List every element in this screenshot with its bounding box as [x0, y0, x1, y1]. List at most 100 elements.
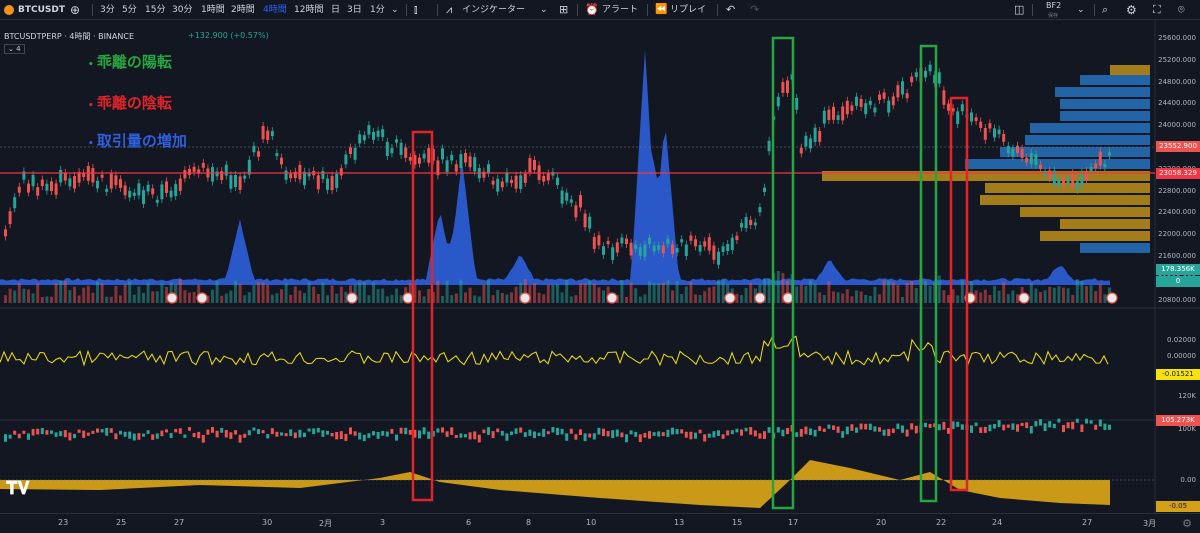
search-icon[interactable]: ⌕ [1102, 0, 1108, 20]
undo-icon[interactable]: ↶ [726, 0, 735, 20]
secondary-bar [418, 430, 421, 439]
indicators-button[interactable]: インジケーター [462, 0, 525, 20]
symbol-search-button[interactable]: BTCUSDT [18, 0, 65, 20]
alert-button[interactable]: アラート [602, 0, 638, 20]
candle [836, 115, 840, 120]
chart-canvas[interactable] [0, 20, 1200, 513]
secondary-bar [468, 432, 472, 440]
candle [344, 154, 348, 165]
secondary-bar [799, 428, 803, 437]
volume-bar [873, 286, 877, 303]
gear-icon[interactable]: ⚙ [1182, 517, 1192, 530]
osc-current-tag: -0.01521 [1156, 369, 1200, 380]
camera-icon[interactable]: ⌾ [1178, 0, 1185, 20]
chart-area[interactable]: BTCUSDTPERP · 4時間 · BINANCE +132.900 (+0… [0, 20, 1200, 513]
vol2-axis-tick-1: 120K [1178, 392, 1196, 400]
secondary-bar [436, 428, 440, 433]
volume-bar [910, 280, 914, 303]
fullscreen-icon[interactable]: ⛶ [1153, 0, 1161, 20]
candle [188, 168, 191, 175]
interval-12h[interactable]: 12時間 [294, 0, 323, 20]
compare-add-icon[interactable]: ⊕ [70, 0, 80, 20]
candle [698, 245, 702, 252]
chevron-down-icon[interactable]: ⌄ [1077, 0, 1085, 20]
time-axis[interactable]: 23 25 27 30 2月 3 6 8 10 13 15 17 20 22 24 27 3月 [0, 513, 1200, 533]
secondary-bar [905, 429, 909, 437]
alarm-clock-icon[interactable]: ⏰ [585, 0, 599, 20]
candle-style-icon[interactable]: ⫾ [414, 0, 418, 20]
volume-bar [399, 295, 403, 303]
volume-bar [960, 280, 964, 303]
candle [735, 235, 739, 241]
secondary-bar [841, 431, 845, 438]
secondary-bar [901, 425, 904, 433]
interval-1h[interactable]: 1時間 [201, 0, 225, 20]
candle [73, 176, 76, 189]
volume-bar [243, 295, 247, 303]
secondary-bar [523, 432, 527, 437]
symbol-icon[interactable] [4, 0, 14, 20]
volume-bar [192, 292, 196, 303]
volume-bar [905, 282, 909, 303]
interval-2h[interactable]: 2時間 [231, 0, 255, 20]
volume-profile-bar [1060, 111, 1150, 121]
candle [339, 168, 343, 176]
event-flag-icon [346, 292, 358, 304]
candle [105, 188, 109, 192]
secondary-bar [82, 430, 86, 438]
candle [781, 82, 785, 93]
interval-30m[interactable]: 30分 [172, 0, 192, 20]
candle [675, 247, 679, 253]
candle [652, 245, 656, 252]
tradingview-logo[interactable]: 𝐓𝐕 [6, 478, 36, 500]
volume-bar [698, 295, 702, 303]
interval-1d[interactable]: 日 [331, 0, 340, 20]
volume-bar [160, 283, 164, 303]
layout-icon[interactable]: ◫ [1014, 0, 1024, 20]
volume-bar [993, 285, 996, 303]
candle [914, 72, 918, 78]
volume-bar [238, 283, 242, 303]
secondary-bar [891, 428, 895, 433]
candle [1071, 173, 1075, 187]
chevron-down-icon[interactable]: ⌄ [540, 0, 548, 20]
candle [850, 105, 854, 111]
replay-button[interactable]: リプレイ [670, 0, 706, 20]
candle [298, 164, 302, 180]
templates-icon[interactable]: ⊞ [559, 0, 568, 20]
interval-3m[interactable]: 3分 [100, 0, 115, 20]
replay-icon[interactable]: ⏪ [655, 0, 667, 20]
event-flag-icon [1106, 292, 1118, 304]
secondary-bar [165, 429, 168, 433]
time-axis-tick: 20 [876, 518, 887, 527]
price-axis-tick: 24400.000 [1158, 99, 1196, 108]
volume-bar [17, 282, 21, 303]
candle [813, 127, 817, 142]
indicators-icon[interactable]: ⩘ [446, 0, 452, 20]
redo-icon[interactable]: ↷ [750, 0, 759, 20]
interval-1m[interactable]: 1分 [370, 0, 385, 20]
indicator-collapse-button[interactable]: ⌄ 4 [4, 44, 25, 54]
secondary-bar [620, 432, 624, 438]
chevron-down-icon[interactable]: ⌄ [391, 0, 399, 20]
interval-15m[interactable]: 15分 [145, 0, 165, 20]
secondary-bar [781, 429, 785, 437]
secondary-bar [753, 430, 757, 437]
volume-bar [211, 289, 214, 303]
candle [901, 81, 904, 95]
secondary-bar [96, 428, 99, 433]
event-flag-icon [519, 292, 531, 304]
gear-icon[interactable]: ⚙ [1126, 0, 1137, 20]
candle [1098, 151, 1102, 166]
candle [597, 235, 601, 246]
interval-5m[interactable]: 5分 [122, 0, 137, 20]
interval-3d[interactable]: 3日 [347, 0, 362, 20]
interval-4h[interactable]: 4時間 [263, 0, 287, 20]
candle [109, 173, 113, 189]
candle [289, 173, 293, 179]
volume-bar [818, 292, 822, 303]
volume-bar [809, 280, 812, 303]
time-axis-tick: 10 [586, 518, 597, 527]
volume-bar [146, 282, 150, 303]
candle [556, 177, 559, 186]
